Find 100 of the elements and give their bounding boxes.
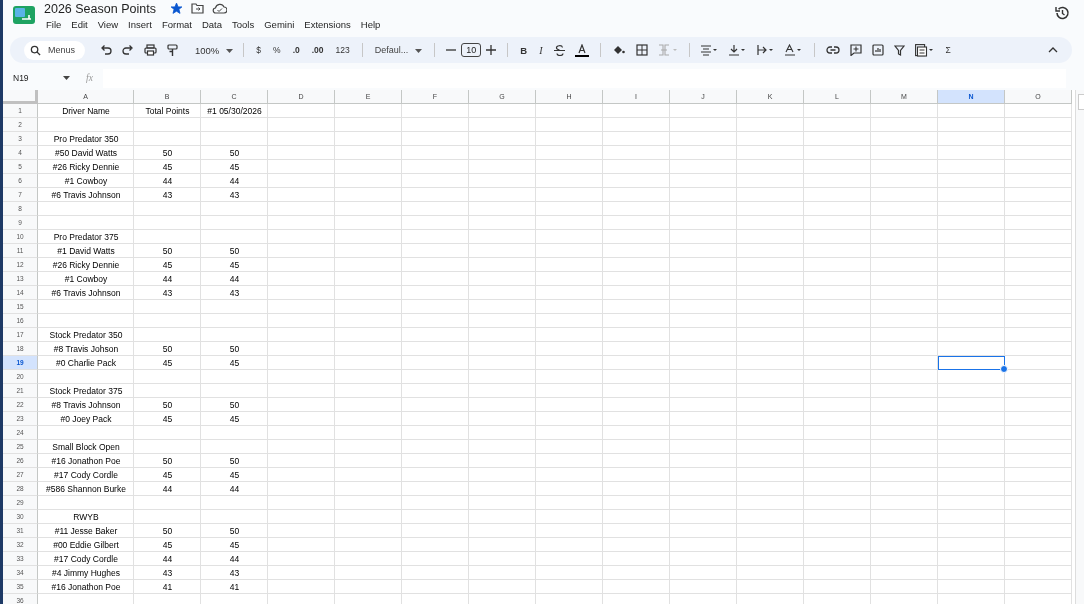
- table-cell-text: 50: [228, 146, 241, 160]
- table-cell-text: 43: [161, 188, 174, 202]
- table-cell-text: 43: [161, 566, 174, 580]
- menu-item[interactable]: Tools: [227, 17, 260, 32]
- table-cell-text: 44: [228, 552, 241, 566]
- table-cell-text: #1 05/30/2026: [206, 104, 263, 118]
- percent-format-button[interactable]: %: [267, 45, 287, 55]
- undo-icon[interactable]: [100, 44, 112, 56]
- scrollbar-thumb[interactable]: [1078, 94, 1084, 110]
- table-cell-text: #6 Travis Johnson: [50, 188, 122, 202]
- table-cell-text: #8 Travis Johson: [52, 342, 120, 356]
- table-cell-text: 50: [161, 454, 174, 468]
- table-cell-text: 44: [161, 174, 174, 188]
- print-icon[interactable]: [144, 44, 157, 56]
- chart-icon[interactable]: [871, 44, 884, 56]
- table-cell-text: 50: [161, 398, 174, 412]
- sum-button[interactable]: Σ: [939, 45, 957, 55]
- caret-icon[interactable]: [63, 76, 70, 80]
- table-cell-text: 45: [161, 468, 174, 482]
- link-icon[interactable]: [825, 45, 840, 55]
- table-cell-text: 43: [228, 566, 241, 580]
- borders-icon[interactable]: [635, 44, 648, 56]
- table-cell-text: 45: [228, 468, 241, 482]
- table-cell-text: 45: [228, 356, 241, 370]
- menu-item[interactable]: View: [92, 17, 124, 32]
- table-cell-text: Small Block Open: [51, 440, 121, 454]
- table-cell-text: 41: [161, 580, 174, 594]
- fill-handle[interactable]: [1000, 365, 1008, 373]
- menu-item[interactable]: Help: [355, 17, 386, 32]
- table-cell-text: 45: [228, 538, 241, 552]
- vertical-align-icon[interactable]: [728, 44, 747, 56]
- comment-icon[interactable]: [849, 44, 862, 56]
- text-rotation-icon[interactable]: [784, 44, 803, 56]
- selected-cell[interactable]: [938, 356, 1005, 370]
- table-cell-text: 43: [228, 188, 241, 202]
- table-cell-text: 41: [228, 580, 241, 594]
- folder-icon[interactable]: [190, 3, 204, 14]
- table-cell-text: Pro Predator 375: [52, 230, 120, 244]
- history-icon[interactable]: [1054, 5, 1070, 21]
- text-color-icon[interactable]: [574, 43, 589, 57]
- caret-icon[interactable]: [415, 48, 423, 53]
- menu-item[interactable]: Data: [196, 17, 228, 32]
- cloud-icon[interactable]: [211, 3, 227, 14]
- merge-cells-icon[interactable]: [657, 44, 678, 56]
- document-title[interactable]: 2026 Season Points: [44, 1, 156, 16]
- decrease-decimals-button[interactable]: .0: [286, 45, 306, 55]
- bold-button[interactable]: B: [514, 44, 534, 56]
- currency-format-button[interactable]: $: [250, 45, 268, 55]
- plus-icon[interactable]: [486, 45, 497, 55]
- table-cell-text: 44: [228, 272, 241, 286]
- table-cell-text: #6 Travis Johnson: [50, 286, 122, 300]
- table-cell-text: 50: [161, 146, 174, 160]
- table-cell-text: 50: [228, 454, 241, 468]
- table-cell-text: #0 Charlie Pack: [55, 356, 117, 370]
- table-cell-text: #26 Ricky Dennie: [51, 160, 121, 174]
- table-cell-text: #1 David Watts: [56, 244, 116, 258]
- table-cell-text: 43: [228, 286, 241, 300]
- name-box[interactable]: N19: [13, 73, 63, 83]
- menu-item[interactable]: Gemini: [259, 17, 300, 32]
- table-cell-text: #16 Jonathon Poe: [50, 580, 122, 594]
- collapse-icon[interactable]: [1048, 47, 1058, 53]
- caret-icon[interactable]: [226, 49, 234, 53]
- more-formats-button[interactable]: 123: [329, 45, 356, 55]
- functions-icon[interactable]: [914, 43, 935, 57]
- table-cell-text: #1 Cowboy: [63, 174, 109, 188]
- menu-item[interactable]: Edit: [66, 17, 93, 32]
- font-dropdown[interactable]: Defaul...: [374, 45, 423, 55]
- table-cell-text: Total Points: [144, 104, 191, 118]
- star-icon[interactable]: [169, 2, 183, 15]
- spreadsheet-logo-icon[interactable]: [13, 6, 35, 24]
- menu-item[interactable]: Extensions: [299, 17, 356, 32]
- strikethrough-icon[interactable]: [553, 44, 565, 56]
- table-cell-text: #16 Jonathon Poe: [50, 454, 122, 468]
- menu-item[interactable]: Format: [156, 17, 197, 32]
- table-cell-text: #17 Cody Cordle: [53, 468, 119, 482]
- increase-decimals-button[interactable]: .00: [305, 45, 330, 55]
- table-cell-text: #11 Jesse Baker: [53, 524, 119, 538]
- function-label: fx: [86, 73, 93, 83]
- filter-icon[interactable]: [893, 44, 905, 56]
- table-cell-text: #1 Cowboy: [63, 272, 109, 286]
- font-size-field[interactable]: 10: [461, 43, 482, 57]
- table-cell-text: 50: [228, 524, 241, 538]
- zoom-dropdown[interactable]: 100%: [195, 44, 234, 56]
- table-cell-text: 44: [161, 272, 174, 286]
- menu-search-field[interactable]: Menus: [24, 40, 85, 60]
- table-cell-text: 45: [228, 258, 241, 272]
- table-cell-text: #8 Travis Johnson: [50, 398, 122, 412]
- table-cell-text: 45: [161, 538, 174, 552]
- redo-icon[interactable]: [122, 44, 134, 56]
- text-wrap-icon[interactable]: [756, 44, 775, 56]
- table-cell-text: #26 Ricky Dennie: [51, 258, 121, 272]
- align-icon[interactable]: [700, 44, 719, 56]
- table-cell-text: #586 Shannon Burke: [45, 482, 127, 496]
- menu-item[interactable]: File: [44, 17, 67, 32]
- table-cell-text: #17 Cody Cordle: [53, 552, 119, 566]
- table-cell-text: Stock Predator 375: [48, 384, 124, 398]
- italic-button[interactable]: I: [533, 44, 549, 56]
- paint-format-icon[interactable]: [167, 43, 178, 57]
- menu-item[interactable]: Insert: [123, 17, 157, 32]
- vertical-scrollbar[interactable]: [1075, 90, 1084, 604]
